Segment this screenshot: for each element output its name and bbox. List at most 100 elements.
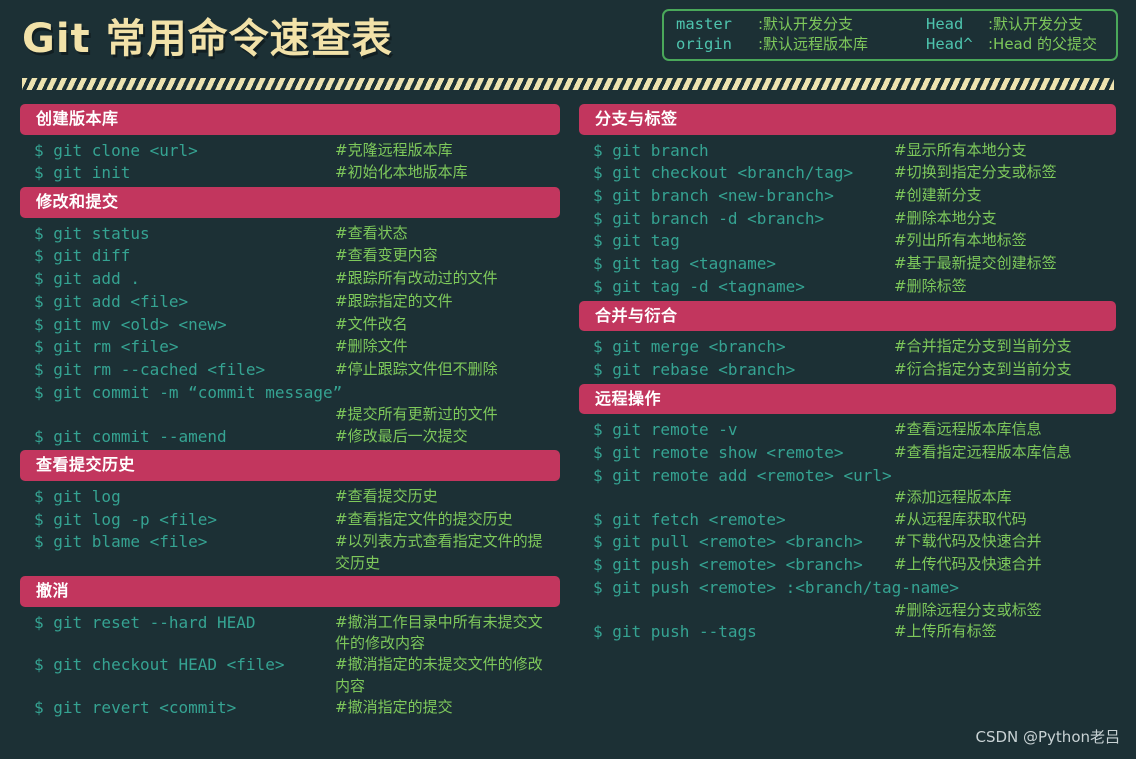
command-row: $ git branch #显示所有本地分支 [579, 140, 1116, 163]
legend-cell: master :默认开发分支 [676, 15, 926, 35]
command-description: #删除本地分支 [894, 208, 997, 227]
legend-description: :Head 的父提交 [988, 34, 1098, 53]
command-description: #撤消指定的提交 [335, 697, 453, 716]
section-header: 创建版本库 [20, 104, 560, 135]
command-description: #从远程库获取代码 [894, 509, 1027, 528]
legend-cell: Head^ :Head 的父提交 [926, 35, 1097, 55]
command-list: $ git remote -v #查看远程版本库信息 $ git remote sh… [579, 414, 1116, 643]
cheatsheet-page: Git 常用命令速查表 master :默认开发分支 Head :默认开发分支 … [0, 0, 1136, 759]
command-description: #修改最后一次提交 [335, 426, 468, 445]
command-row: $ git commit --amend #修改最后一次提交 [20, 426, 560, 449]
watermark: CSDN @Python老吕 [975, 728, 1120, 746]
git-command: $ git reset --hard HEAD [34, 612, 256, 632]
git-command: $ git log [34, 486, 121, 506]
git-command: $ git branch [593, 140, 709, 160]
git-command: $ git commit -m “commit message” [34, 382, 343, 402]
command-description: #查看提交历史 [335, 486, 438, 505]
section: 分支与标签 $ git branch #显示所有本地分支 $ git checkout… [579, 104, 1116, 299]
git-command: $ git remote show <remote> [593, 442, 844, 462]
git-command: $ git clone <url> [34, 140, 198, 160]
command-list: $ git branch #显示所有本地分支 $ git checkout <bra… [579, 135, 1116, 299]
command-description: #撤消工作目录中所有未提交文件的修改内容 [335, 612, 543, 652]
command-row: $ git push <remote> <branch> #上传代码及快速合并 [579, 554, 1116, 577]
command-row: $ git checkout <branch/tag> #切换到指定分支或标签 [579, 162, 1116, 185]
git-command: $ git tag [593, 231, 680, 251]
git-command: $ git revert <commit> [34, 697, 237, 717]
git-command: $ git remote -v [593, 420, 738, 440]
section-header: 修改和提交 [20, 187, 560, 218]
git-command: $ git tag <tagname> [593, 254, 777, 274]
section-header: 撤消 [20, 576, 560, 607]
section-header: 分支与标签 [579, 104, 1116, 135]
command-row: $ git checkout HEAD <file> #撤消指定的未提交文件的修改… [20, 654, 560, 697]
right-column: 分支与标签 $ git branch #显示所有本地分支 $ git checkout… [579, 104, 1116, 722]
command-description: #衍合指定分支到当前分支 [894, 359, 1072, 378]
command-list: $ git reset --hard HEAD #撤消工作目录中所有未提交文件的修… [20, 607, 560, 720]
git-command: $ git push <remote> :<branch/tag-name> [593, 577, 960, 597]
git-command: $ git push --tags [593, 621, 757, 641]
git-command: $ git log -p <file> [34, 509, 218, 529]
command-description: #合并指定分支到当前分支 [894, 337, 1072, 356]
command-description: #撤消指定的未提交文件的修改内容 [335, 655, 543, 695]
command-row: $ git log -p <file> #查看指定文件的提交历史 [20, 509, 560, 532]
section-header: 合并与衍合 [579, 300, 1116, 332]
command-description: #切换到指定分支或标签 [894, 163, 1057, 182]
striped-divider [22, 78, 1114, 90]
command-row: #删除远程分支或标签 [579, 600, 1116, 621]
git-command: $ git add <file> [34, 291, 189, 311]
git-command: $ git tag -d <tagname> [593, 276, 805, 296]
command-description: #以列表方式查看指定文件的提交历史 [335, 532, 543, 572]
command-row: $ git diff #查看变更内容 [20, 245, 560, 268]
git-command: $ git status [34, 223, 150, 243]
command-description: #列出所有本地标签 [894, 231, 1027, 250]
command-description: #查看远程版本库信息 [894, 420, 1042, 439]
command-row: #提交所有更新过的文件 [20, 404, 560, 425]
section: 远程操作 $ git remote -v #查看远程版本库信息 $ git remot… [579, 383, 1116, 644]
legend-description: :默认开发分支 [988, 15, 1084, 33]
section-header: 查看提交历史 [20, 450, 560, 481]
legend-term: Head [926, 15, 964, 33]
command-row: $ git log #查看提交历史 [20, 486, 560, 509]
command-list: $ git clone <url> #克隆远程版本库 $ git init #初始化本… [20, 135, 560, 185]
section: 合并与衍合 $ git merge <branch> #合并指定分支到当前分支 $ g… [579, 300, 1116, 382]
section: 创建版本库 $ git clone <url> #克隆远程版本库 $ git init… [20, 104, 560, 185]
git-command: $ git commit --amend [34, 426, 227, 446]
git-command: $ git remote add <remote> <url> [593, 465, 892, 485]
command-row: $ git pull <remote> <branch> #下载代码及快速合并 [579, 531, 1116, 554]
git-command: $ git init [34, 163, 131, 183]
section-header: 远程操作 [579, 383, 1116, 415]
git-command: $ git branch -d <branch> [593, 208, 825, 228]
git-command: $ git blame <file> [34, 532, 208, 552]
legend-row: origin :默认远程版本库 Head^ :Head 的父提交 [676, 35, 1106, 55]
command-description: #查看指定远程版本库信息 [894, 442, 1072, 461]
command-row: $ git revert <commit> #撤消指定的提交 [20, 697, 560, 720]
command-row: $ git rm <file> #删除文件 [20, 336, 560, 359]
command-row: $ git remote add <remote> <url> [579, 465, 1116, 488]
command-description: #克隆远程版本库 [335, 140, 453, 159]
legend-description: :默认开发分支 [758, 15, 854, 33]
command-description: #创建新分支 [894, 186, 982, 205]
command-description: #删除标签 [894, 276, 967, 295]
command-description: #跟踪所有改动过的文件 [335, 269, 498, 288]
command-description: #查看指定文件的提交历史 [335, 509, 513, 528]
command-row: #添加远程版本库 [579, 487, 1116, 508]
git-command: $ git rm <file> [34, 337, 179, 357]
command-row: $ git init #初始化本地版本库 [20, 162, 560, 185]
command-row: $ git clone <url> #克隆远程版本库 [20, 140, 560, 163]
command-row: $ git tag <tagname> #基于最新提交创建标签 [579, 253, 1116, 276]
command-description: #下载代码及快速合并 [894, 532, 1042, 551]
command-description: #初始化本地版本库 [335, 163, 468, 182]
command-row: $ git branch <new-branch> #创建新分支 [579, 185, 1116, 208]
git-command: $ git fetch <remote> [593, 509, 786, 529]
command-description: #显示所有本地分支 [894, 140, 1027, 159]
command-description: #停止跟踪文件但不删除 [335, 359, 498, 378]
git-command: $ git add . [34, 269, 140, 289]
command-description: #上传所有标签 [894, 621, 997, 640]
legend-cell: origin :默认远程版本库 [676, 35, 926, 55]
section: 查看提交历史 $ git log #查看提交历史 $ git log -p <file… [20, 450, 560, 574]
command-description: #添加远程版本库 [894, 488, 1012, 507]
command-row: $ git branch -d <branch> #删除本地分支 [579, 208, 1116, 231]
command-row: $ git tag #列出所有本地标签 [579, 230, 1116, 253]
command-row: $ git merge <branch> #合并指定分支到当前分支 [579, 336, 1116, 359]
git-command: $ git branch <new-branch> [593, 186, 834, 206]
